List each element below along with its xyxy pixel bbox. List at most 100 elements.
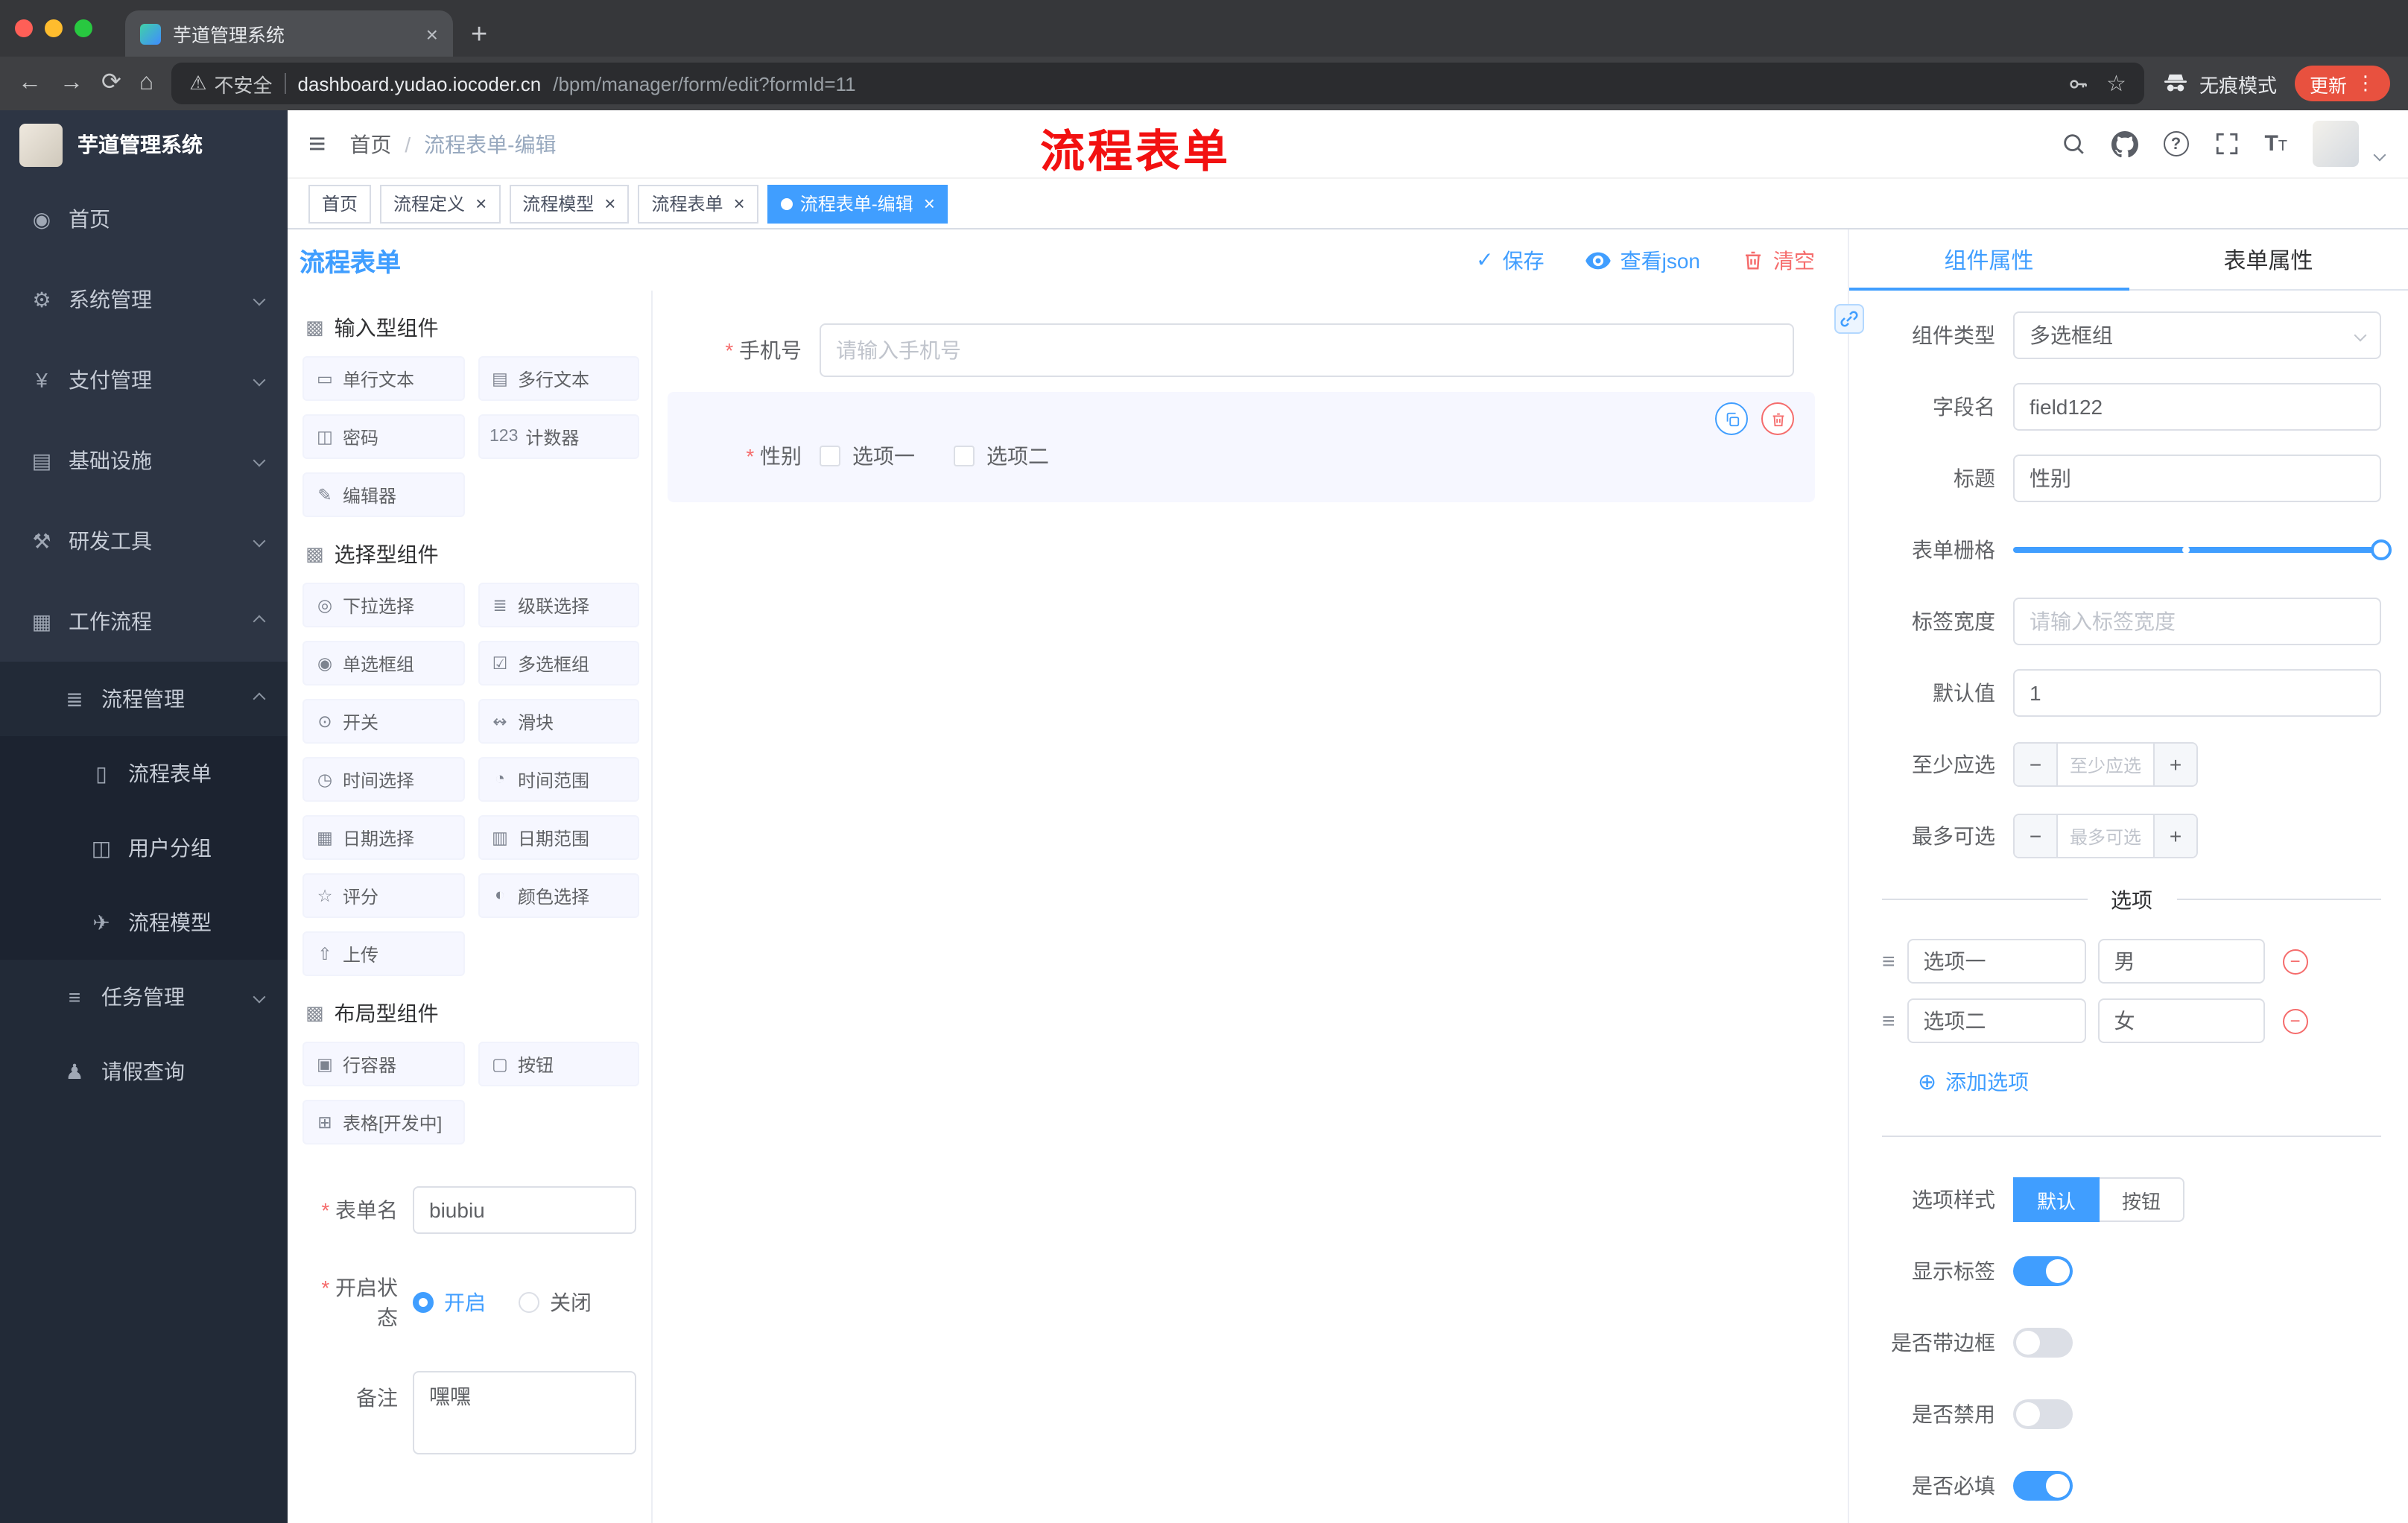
default-value-input[interactable]	[2013, 669, 2381, 717]
max-select-stepper[interactable]: − 最多可选 +	[2013, 814, 2198, 858]
sidebar-menu-item[interactable]: ◫ 用户分组	[0, 811, 288, 885]
tag[interactable]: 流程模型 ×	[509, 184, 630, 223]
toggle-switch[interactable]	[2013, 1328, 2073, 1358]
palette-component[interactable]: ✎ 编辑器	[302, 472, 464, 517]
reload-button[interactable]: ⟳	[101, 71, 121, 95]
grid-slider[interactable]	[2013, 526, 2392, 574]
option-name-input[interactable]	[1907, 998, 2086, 1043]
update-button[interactable]: 更新 ⋮	[2294, 66, 2390, 101]
tag[interactable]: 首页 ×	[308, 184, 372, 223]
palette-component[interactable]: 123 计数器	[478, 414, 639, 459]
toggle-switch[interactable]	[2013, 1471, 2073, 1501]
palette-component[interactable]: ◔ 时间范围	[478, 757, 639, 802]
palette-component[interactable]: ☑ 多选框组	[478, 641, 639, 685]
palette-component[interactable]: ⊞ 表格[开发中]	[302, 1100, 464, 1144]
palette-component[interactable]: ▦ 日期选择	[302, 815, 464, 860]
sidebar-menu-item[interactable]: ≣ 流程管理	[0, 662, 288, 736]
form-remark-textarea[interactable]: 嘿嘿	[413, 1371, 636, 1454]
password-key-icon[interactable]	[2066, 72, 2088, 95]
option-value-input[interactable]	[2097, 939, 2265, 984]
bookmark-star-icon[interactable]: ☆	[2106, 70, 2126, 97]
option-name-input[interactable]	[1907, 939, 2086, 984]
sidebar-menu-item[interactable]: ✈ 流程模型	[0, 885, 288, 960]
sidebar-menu-item[interactable]: ≡ 任务管理	[0, 960, 288, 1034]
toggle-switch[interactable]	[2013, 1399, 2073, 1429]
checkbox-box[interactable]	[954, 446, 975, 466]
slider-track[interactable]	[2013, 539, 2392, 560]
drag-handle-icon[interactable]: ≡	[1882, 1008, 1895, 1033]
status-radio[interactable]: 开启	[413, 1288, 486, 1317]
view-json-button[interactable]: 查看json	[1585, 245, 1700, 275]
increase-button[interactable]: +	[2153, 815, 2196, 857]
close-window-button[interactable]	[15, 19, 33, 37]
radio-circle[interactable]	[413, 1292, 434, 1313]
home-button[interactable]: ⌂	[139, 71, 153, 95]
back-button[interactable]: ←	[18, 71, 42, 95]
palette-component[interactable]: ▣ 行容器	[302, 1042, 464, 1086]
font-size-icon[interactable]: TT	[2264, 131, 2287, 156]
sidebar-toggle-icon[interactable]: ≡	[308, 129, 326, 159]
clear-button[interactable]: 清空	[1742, 245, 1815, 275]
sidebar-menu-item[interactable]: ◉ 首页	[0, 179, 288, 259]
tag[interactable]: 流程表单 ×	[638, 184, 758, 223]
add-option-button[interactable]: ⊕ 添加选项	[1918, 1067, 2381, 1097]
radio-circle[interactable]	[519, 1292, 539, 1313]
browser-tab[interactable]: 芋道管理系统 ×	[125, 10, 453, 57]
palette-component[interactable]: ◫ 密码	[302, 414, 464, 459]
fullscreen-icon[interactable]	[2214, 131, 2239, 156]
new-tab-button[interactable]: +	[471, 21, 487, 49]
checkbox-option[interactable]: 选项二	[954, 441, 1049, 471]
help-icon[interactable]: ?	[2163, 131, 2189, 156]
tag-close-icon[interactable]: ×	[924, 194, 935, 213]
checkbox-box[interactable]	[820, 446, 840, 466]
palette-component[interactable]: ▢ 按钮	[478, 1042, 639, 1086]
palette-component[interactable]: ◷ 时间选择	[302, 757, 464, 802]
option-style-button[interactable]: 默认	[2013, 1177, 2100, 1222]
remove-option-button[interactable]: −	[2282, 949, 2308, 974]
github-icon[interactable]	[2111, 130, 2138, 157]
palette-component[interactable]: ◉ 单选框组	[302, 641, 464, 685]
sidebar-menu-item[interactable]: ¥ 支付管理	[0, 340, 288, 420]
drag-handle-icon[interactable]: ≡	[1882, 949, 1895, 974]
browser-menu-icon[interactable]: ⋮	[2356, 72, 2375, 95]
title-input[interactable]	[2013, 455, 2381, 502]
palette-component[interactable]: ◐ 颜色选择	[478, 873, 639, 918]
status-radio[interactable]: 关闭	[519, 1288, 592, 1317]
sidebar-menu-item[interactable]: ♟ 请假查询	[0, 1034, 288, 1109]
form-name-input[interactable]	[413, 1186, 636, 1234]
remove-option-button[interactable]: −	[2282, 1008, 2308, 1033]
security-warning[interactable]: ⚠ 不安全	[189, 69, 272, 98]
palette-component[interactable]: ⇧ 上传	[302, 931, 464, 976]
gender-field-widget[interactable]: 性别 选项一	[668, 392, 1815, 502]
tag-close-icon[interactable]: ×	[604, 194, 615, 213]
sidebar-menu-item[interactable]: ⚙ 系统管理	[0, 259, 288, 340]
max-select-value[interactable]: 最多可选	[2058, 815, 2153, 857]
tag-close-icon[interactable]: ×	[475, 194, 487, 213]
field-name-input[interactable]	[2013, 383, 2381, 431]
sidebar-logo[interactable]: 芋道管理系统	[0, 110, 288, 179]
option-style-button[interactable]: 按钮	[2100, 1177, 2185, 1222]
tab-close-icon[interactable]: ×	[426, 23, 438, 44]
option-value-input[interactable]	[2097, 998, 2265, 1043]
props-tab[interactable]: 表单属性	[2129, 229, 2408, 289]
delete-widget-button[interactable]	[1761, 402, 1794, 435]
address-bar[interactable]: ⚠ 不安全 dashboard.yudao.iocoder.cn /bpm/ma…	[171, 63, 2144, 104]
props-tab[interactable]: 组件属性	[1849, 229, 2129, 291]
label-width-input[interactable]	[2013, 598, 2381, 645]
palette-component[interactable]: ▥ 日期范围	[478, 815, 639, 860]
palette-component[interactable]: ↭ 滑块	[478, 699, 639, 744]
increase-button[interactable]: +	[2153, 744, 2196, 785]
slider-handle[interactable]	[2371, 539, 2392, 560]
min-select-stepper[interactable]: − 至少应选 +	[2013, 742, 2198, 787]
palette-component[interactable]: ▤ 多行文本	[478, 356, 639, 401]
field-link-icon[interactable]	[1834, 304, 1864, 334]
sidebar-menu-item[interactable]: ▤ 基础设施	[0, 420, 288, 501]
zoom-window-button[interactable]	[75, 19, 92, 37]
form-canvas[interactable]: 手机号	[653, 291, 1848, 1523]
sidebar-menu-item[interactable]: ⚒ 研发工具	[0, 501, 288, 581]
toggle-switch[interactable]	[2013, 1256, 2073, 1286]
sidebar-menu-item[interactable]: ▯ 流程表单	[0, 736, 288, 811]
phone-input[interactable]	[820, 323, 1794, 377]
checkbox-option[interactable]: 选项一	[820, 441, 915, 471]
component-type-select[interactable]: 多选框组	[2013, 311, 2381, 359]
